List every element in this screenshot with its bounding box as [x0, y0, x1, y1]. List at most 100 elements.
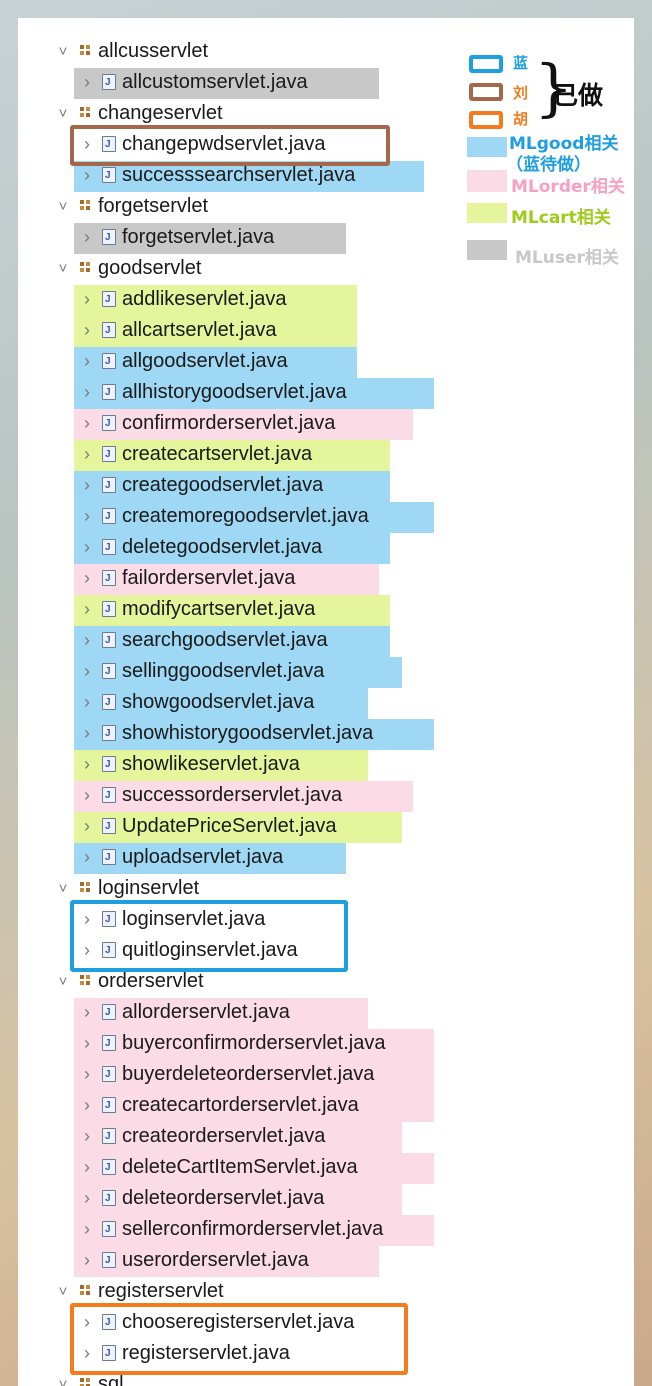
chevron-right-icon[interactable]: › [80, 1028, 94, 1059]
file-item-createorderservlet-java[interactable]: › createorderservlet.java [80, 1121, 325, 1152]
java-file-icon [102, 160, 116, 191]
chevron-right-icon[interactable]: › [80, 1090, 94, 1121]
file-item-allorderservlet-java[interactable]: › allorderservlet.java [80, 997, 290, 1028]
java-file-icon [102, 222, 116, 253]
file-item-buyerdeleteorderservlet-java[interactable]: › buyerdeleteorderservlet.java [80, 1059, 374, 1090]
chevron-down-icon[interactable]: ˅ [56, 873, 70, 904]
file-item-createmoregoodservlet-java[interactable]: › createmoregoodservlet.java [80, 501, 369, 532]
file-item-allgoodservlet-java[interactable]: › allgoodservlet.java [80, 346, 288, 377]
chevron-right-icon[interactable]: › [80, 439, 94, 470]
chevron-right-icon[interactable]: › [80, 1214, 94, 1245]
file-item-uploadservlet-java[interactable]: › uploadservlet.java [80, 842, 283, 873]
package-icon [78, 198, 92, 214]
tree-item-label: loginservlet [98, 877, 200, 899]
chevron-down-icon[interactable]: ˅ [56, 98, 70, 129]
chevron-right-icon[interactable]: › [80, 1121, 94, 1152]
tree-item-label: registerservlet [98, 1280, 224, 1302]
file-item-deletecartitemservlet-java[interactable]: › deleteCartItemServlet.java [80, 1152, 358, 1183]
tree-item-label: deletegoodservlet.java [122, 536, 323, 558]
legend-label-mlcart: MLcart相关 [511, 208, 611, 228]
file-item-allcustomservlet-java[interactable]: › allcustomservlet.java [80, 67, 308, 98]
file-item-deletegoodservlet-java[interactable]: › deletegoodservlet.java [80, 532, 322, 563]
tree-item-label: successsearchservlet.java [122, 164, 356, 186]
file-item-confirmorderservlet-java[interactable]: › confirmorderservlet.java [80, 408, 335, 439]
package-icon [78, 973, 92, 989]
chevron-right-icon[interactable]: › [80, 408, 94, 439]
chevron-right-icon[interactable]: › [80, 1152, 94, 1183]
file-item-forgetservlet-java[interactable]: › forgetservlet.java [80, 222, 274, 253]
file-item-allhistorygoodservlet-java[interactable]: › allhistorygoodservlet.java [80, 377, 347, 408]
legend-swatch-orange [469, 111, 503, 129]
java-file-icon [102, 1214, 116, 1245]
chevron-right-icon[interactable]: › [80, 67, 94, 98]
chevron-right-icon[interactable]: › [80, 563, 94, 594]
file-item-showhistorygoodservlet-java[interactable]: › showhistorygoodservlet.java [80, 718, 373, 749]
chevron-right-icon[interactable]: › [80, 718, 94, 749]
tree-item-label: failorderservlet.java [122, 567, 296, 589]
java-file-icon [102, 718, 116, 749]
chevron-down-icon[interactable]: ˅ [56, 191, 70, 222]
chevron-down-icon[interactable]: ˅ [56, 1276, 70, 1307]
java-file-icon [102, 67, 116, 98]
file-item-addlikeservlet-java[interactable]: › addlikeservlet.java [80, 284, 287, 315]
java-file-icon [102, 842, 116, 873]
file-item-sellerconfirmorderservlet-java[interactable]: › sellerconfirmorderservlet.java [80, 1214, 383, 1245]
chevron-right-icon[interactable]: › [80, 1245, 94, 1276]
chevron-down-icon[interactable]: ˅ [56, 253, 70, 284]
tree-item-label: createcartorderservlet.java [122, 1094, 359, 1116]
chevron-right-icon[interactable]: › [80, 346, 94, 377]
package-item-forgetservlet[interactable]: ˅ forgetservlet [56, 191, 208, 222]
chevron-right-icon[interactable]: › [80, 532, 94, 563]
chevron-down-icon[interactable]: ˅ [56, 966, 70, 997]
file-item-userorderservlet-java[interactable]: › userorderservlet.java [80, 1245, 309, 1276]
package-item-allcusservlet[interactable]: ˅ allcusservlet [56, 36, 208, 67]
package-item-goodservlet[interactable]: ˅ goodservlet [56, 253, 202, 284]
java-file-icon [102, 811, 116, 842]
file-item-failorderservlet-java[interactable]: › failorderservlet.java [80, 563, 295, 594]
tree-item-label: allgoodservlet.java [122, 350, 288, 372]
tree-item-label: allhistorygoodservlet.java [122, 381, 347, 403]
file-item-successorderservlet-java[interactable]: › successorderservlet.java [80, 780, 342, 811]
chevron-right-icon[interactable]: › [80, 594, 94, 625]
chevron-right-icon[interactable]: › [80, 1183, 94, 1214]
file-item-creategoodservlet-java[interactable]: › creategoodservlet.java [80, 470, 323, 501]
package-icon [78, 1283, 92, 1299]
legend-done-label: 已做 [553, 81, 604, 110]
chevron-right-icon[interactable]: › [80, 997, 94, 1028]
chevron-right-icon[interactable]: › [80, 687, 94, 718]
tree-item-label: sellerconfirmorderservlet.java [122, 1218, 384, 1240]
java-file-icon [102, 1059, 116, 1090]
chevron-right-icon[interactable]: › [80, 656, 94, 687]
file-item-updatepriceservlet-java[interactable]: › UpdatePriceServlet.java [80, 811, 337, 842]
file-item-createcartorderservlet-java[interactable]: › createcartorderservlet.java [80, 1090, 359, 1121]
chevron-right-icon[interactable]: › [80, 625, 94, 656]
outline-brown-changepwd [70, 125, 390, 166]
file-item-createcartservlet-java[interactable]: › createcartservlet.java [80, 439, 312, 470]
chevron-down-icon[interactable]: ˅ [56, 1369, 70, 1386]
file-item-deleteorderservlet-java[interactable]: › deleteorderservlet.java [80, 1183, 324, 1214]
file-item-buyerconfirmorderservlet-java[interactable]: › buyerconfirmorderservlet.java [80, 1028, 385, 1059]
file-item-showlikeservlet-java[interactable]: › showlikeservlet.java [80, 749, 300, 780]
file-item-sellinggoodservlet-java[interactable]: › sellinggoodservlet.java [80, 656, 324, 687]
chevron-right-icon[interactable]: › [80, 749, 94, 780]
chevron-right-icon[interactable]: › [80, 470, 94, 501]
outline-orange-register [70, 1303, 408, 1375]
chevron-right-icon[interactable]: › [80, 842, 94, 873]
file-item-modifycartservlet-java[interactable]: › modifycartservlet.java [80, 594, 315, 625]
java-file-icon [102, 1245, 116, 1276]
chevron-down-icon[interactable]: ˅ [56, 36, 70, 67]
chevron-right-icon[interactable]: › [80, 1059, 94, 1090]
chevron-right-icon[interactable]: › [80, 501, 94, 532]
tree-item-label: confirmorderservlet.java [122, 412, 336, 434]
chevron-right-icon[interactable]: › [80, 377, 94, 408]
chevron-right-icon[interactable]: › [80, 780, 94, 811]
file-item-searchgoodservlet-java[interactable]: › searchgoodservlet.java [80, 625, 328, 656]
file-item-showgoodservlet-java[interactable]: › showgoodservlet.java [80, 687, 314, 718]
chevron-right-icon[interactable]: › [80, 811, 94, 842]
file-item-allcartservlet-java[interactable]: › allcartservlet.java [80, 315, 277, 346]
chevron-right-icon[interactable]: › [80, 284, 94, 315]
chevron-right-icon[interactable]: › [80, 315, 94, 346]
tree-item-label: changeservlet [98, 102, 223, 124]
java-file-icon [102, 594, 116, 625]
chevron-right-icon[interactable]: › [80, 222, 94, 253]
